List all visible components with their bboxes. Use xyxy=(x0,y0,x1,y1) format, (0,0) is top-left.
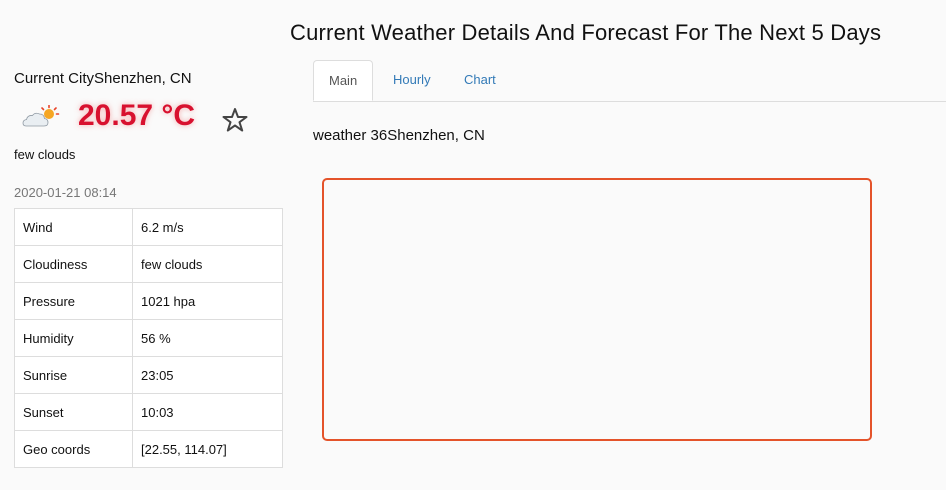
tab-main[interactable]: Main xyxy=(313,60,374,101)
detail-label: Cloudiness xyxy=(14,245,133,283)
detail-value: 56 % xyxy=(132,319,283,357)
detail-value: [22.55, 114.07] xyxy=(132,430,283,468)
temperature-value: 20.57 °C xyxy=(78,99,196,132)
detail-label: Pressure xyxy=(14,282,133,320)
detail-value: few clouds xyxy=(132,245,283,283)
detail-value: 6.2 m/s xyxy=(132,208,283,246)
timestamp: 2020-01-21 08:14 xyxy=(14,185,117,200)
tab-chart[interactable]: Chart xyxy=(449,60,511,100)
few-clouds-icon xyxy=(22,105,60,127)
temperature-row: 20.57 °C xyxy=(14,97,284,145)
tab-bar: Main Hourly Chart xyxy=(313,60,946,102)
table-row: Cloudiness few clouds xyxy=(14,245,283,283)
table-row: Geo coords [22.55, 114.07] xyxy=(14,430,283,468)
sidebar: Current CityShenzhen, CN 20.57 °C few cl… xyxy=(14,70,284,468)
detail-label: Geo coords xyxy=(14,430,133,468)
weather-panel xyxy=(322,178,872,441)
detail-label: Wind xyxy=(14,208,133,246)
table-row: Sunset 10:03 xyxy=(14,393,283,431)
detail-label: Humidity xyxy=(14,319,133,357)
table-row: Wind 6.2 m/s xyxy=(14,208,283,246)
page-title: Current Weather Details And Forecast For… xyxy=(290,20,882,45)
weather-description: few clouds xyxy=(14,147,76,162)
main-content: Main Hourly Chart weather 36Shenzhen, CN xyxy=(313,60,946,441)
tab-hourly[interactable]: Hourly xyxy=(378,60,446,100)
weather-subtitle: weather 36Shenzhen, CN xyxy=(313,127,485,144)
current-city: Current CityShenzhen, CN xyxy=(14,70,192,87)
table-row: Pressure 1021 hpa xyxy=(14,282,283,320)
detail-value: 23:05 xyxy=(132,356,283,394)
detail-label: Sunrise xyxy=(14,356,133,394)
detail-value: 10:03 xyxy=(132,393,283,431)
table-row: Sunrise 23:05 xyxy=(14,356,283,394)
detail-label: Sunset xyxy=(14,393,133,431)
table-row: Humidity 56 % xyxy=(14,319,283,357)
weather-details-table: Wind 6.2 m/s Cloudiness few clouds Press… xyxy=(14,208,283,468)
favorite-star-icon[interactable] xyxy=(222,107,248,133)
detail-value: 1021 hpa xyxy=(132,282,283,320)
